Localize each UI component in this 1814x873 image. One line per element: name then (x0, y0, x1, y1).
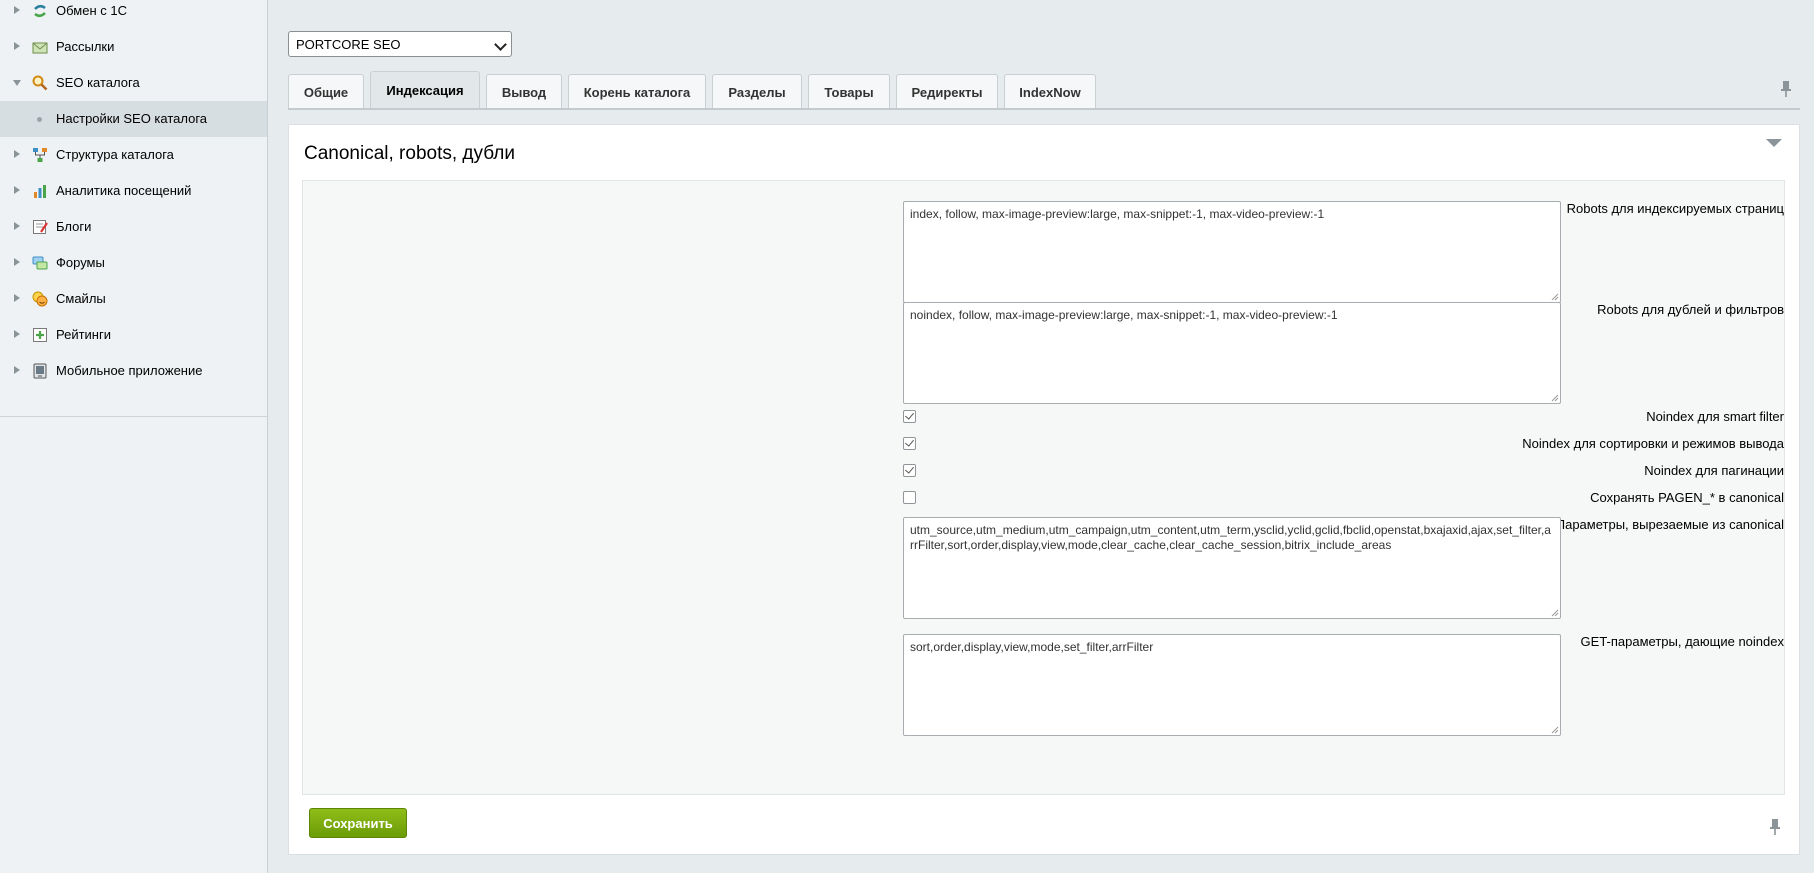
sidebar-item-forums[interactable]: Форумы (0, 245, 267, 281)
save-button[interactable]: Сохранить (309, 808, 407, 838)
sidebar-item-label: Структура каталога (56, 147, 174, 162)
mobile-app-icon (33, 363, 47, 379)
analytics-icon (34, 185, 46, 198)
tab-indexing[interactable]: Индексация (370, 71, 480, 110)
expand-arrow-icon[interactable] (14, 6, 20, 14)
exchange-icon (34, 5, 46, 17)
seo-search-icon (32, 75, 48, 91)
sidebar-item-label: Смайлы (56, 291, 106, 306)
robots-index-value: index, follow, max-image-preview:large, … (910, 207, 1325, 221)
noindex-smart-label: Noindex для smart filter (1646, 409, 1784, 424)
sidebar-item-label: Блоги (56, 219, 92, 234)
resize-grip-icon[interactable] (1551, 394, 1559, 402)
forum-icon (32, 256, 48, 270)
sidebar-item-label: Рейтинги (56, 327, 111, 342)
sidebar-item-label: SEO каталога (56, 75, 140, 90)
rating-icon (33, 328, 47, 342)
sidebar-item-ratings[interactable]: Рейтинги (0, 317, 267, 353)
sidebar-item-label: Рассылки (56, 39, 115, 54)
form-area: Robots для индексируемых страниц index, … (302, 180, 1785, 795)
sidebar-item-label: Настройки SEO каталога (56, 111, 208, 126)
bullet-icon (37, 117, 42, 122)
tab-general[interactable]: Общие (288, 74, 364, 108)
collapse-triangle-icon[interactable] (1765, 137, 1783, 149)
keep-pagen-checkbox[interactable] (903, 491, 916, 504)
sidebar-item-analytics[interactable]: Аналитика посещений (0, 173, 267, 209)
expand-arrow-icon[interactable] (14, 294, 20, 302)
canonical-params-textarea[interactable]: utm_source,utm_medium,utm_campaign,utm_c… (903, 517, 1561, 619)
expand-arrow-icon[interactable] (14, 222, 20, 230)
tab-sections[interactable]: Разделы (712, 74, 802, 108)
tab-redirects[interactable]: Редиректы (896, 74, 998, 108)
sidebar-item-smiles[interactable]: Смайлы (0, 281, 267, 317)
tab-catalog-root[interactable]: Корень каталога (568, 74, 706, 108)
expand-arrow-icon[interactable] (14, 42, 20, 50)
blog-icon (33, 220, 48, 234)
expand-arrow-icon[interactable] (14, 258, 20, 266)
tab-output[interactable]: Вывод (486, 74, 562, 108)
resize-grip-icon[interactable] (1551, 293, 1559, 301)
sidebar-item-label: Обмен с 1С (56, 3, 127, 18)
mail-icon (32, 42, 48, 54)
expand-arrow-icon[interactable] (14, 150, 20, 158)
structure-icon (33, 148, 47, 162)
noindex-sort-checkbox[interactable] (903, 437, 916, 450)
settings-panel: Canonical, robots, дубли Robots для инде… (288, 124, 1800, 855)
sidebar-item-blogs[interactable]: Блоги (0, 209, 267, 245)
sidebar-item-mailing[interactable]: Рассылки (0, 29, 267, 65)
section-title: Canonical, robots, дубли (304, 143, 515, 164)
keep-pagen-label: Сохранять PAGEN_* в canonical (1590, 490, 1784, 505)
pin-icon[interactable] (1780, 80, 1792, 98)
sidebar-item-label: Мобильное приложение (56, 363, 203, 378)
noindex-pagination-label: Noindex для пагинации (1644, 463, 1784, 478)
canonical-params-value: utm_source,utm_medium,utm_campaign,utm_c… (910, 523, 1551, 552)
site-select-value: PORTCORE SEO (296, 37, 401, 52)
sidebar-menu: Обмен с 1С Рассылки SEO каталога Настрой… (0, 0, 267, 417)
robots-dupes-value: noindex, follow, max-image-preview:large… (910, 308, 1338, 322)
smile-icon (32, 291, 48, 307)
noindex-get-textarea[interactable]: sort,order,display,view,mode,set_filter,… (903, 634, 1561, 736)
noindex-get-value: sort,order,display,view,mode,set_filter,… (910, 640, 1154, 654)
robots-index-textarea[interactable]: index, follow, max-image-preview:large, … (903, 201, 1561, 303)
collapse-arrow-icon[interactable] (13, 80, 21, 86)
expand-arrow-icon[interactable] (14, 330, 20, 338)
expand-arrow-icon[interactable] (14, 366, 20, 374)
chevron-down-icon (494, 38, 507, 51)
expand-arrow-icon[interactable] (14, 186, 20, 194)
noindex-pagination-checkbox[interactable] (903, 464, 916, 477)
sidebar-item-label: Форумы (56, 255, 105, 270)
sidebar-item-label: Аналитика посещений (56, 183, 192, 198)
tab-divider (288, 108, 1800, 110)
site-select[interactable]: PORTCORE SEO (288, 31, 512, 57)
tab-indexnow[interactable]: IndexNow (1004, 74, 1096, 108)
pin-icon[interactable] (1769, 818, 1781, 836)
sidebar-item-exchange-1c[interactable]: Обмен с 1С (0, 0, 267, 29)
noindex-smart-checkbox[interactable] (903, 410, 916, 423)
tab-products[interactable]: Товары (808, 74, 890, 108)
sidebar: Обмен с 1С Рассылки SEO каталога Настрой… (0, 0, 268, 873)
sidebar-item-seo-catalog[interactable]: SEO каталога (0, 65, 267, 101)
sidebar-item-mobile-app[interactable]: Мобильное приложение (0, 353, 267, 389)
robots-dupes-textarea[interactable]: noindex, follow, max-image-preview:large… (903, 302, 1561, 404)
sidebar-item-catalog-structure[interactable]: Структура каталога (0, 137, 267, 173)
resize-grip-icon[interactable] (1551, 609, 1559, 617)
noindex-sort-label: Noindex для сортировки и режимов вывода (1522, 436, 1784, 451)
sidebar-item-seo-settings[interactable]: Настройки SEO каталога (0, 101, 267, 137)
resize-grip-icon[interactable] (1551, 726, 1559, 734)
